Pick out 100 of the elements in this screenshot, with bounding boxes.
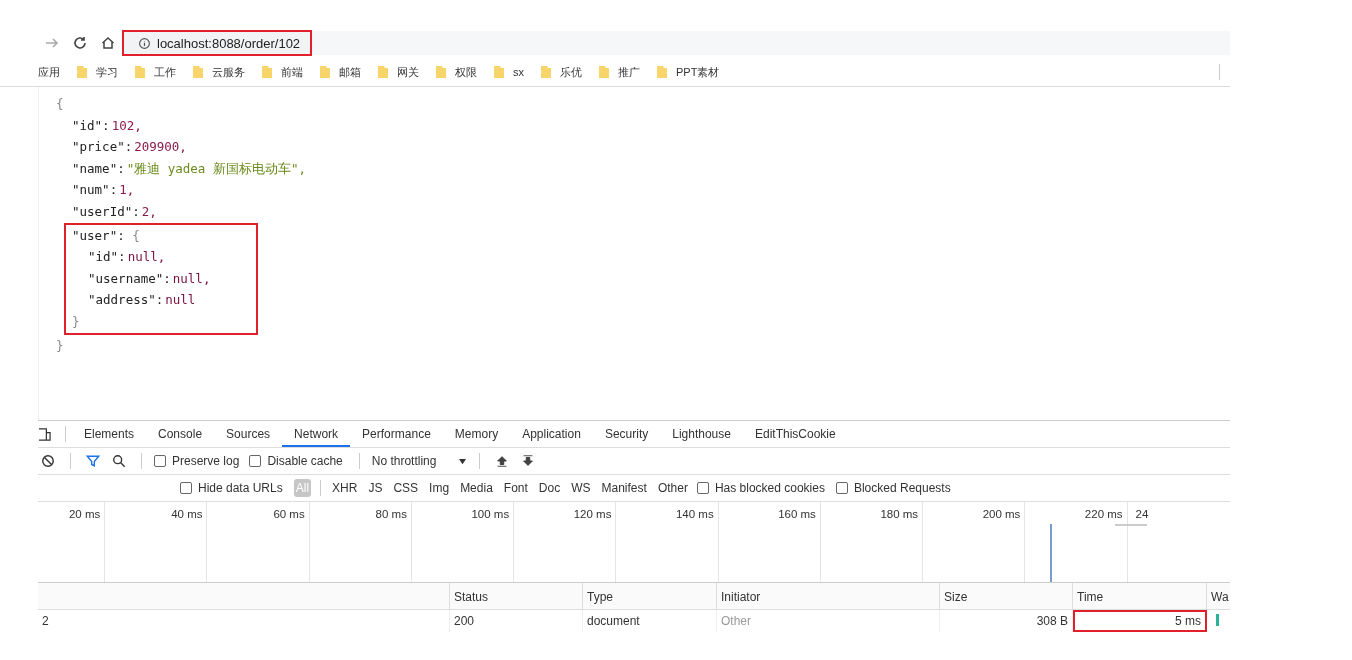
folder-icon bbox=[377, 65, 389, 79]
resource-type-filter[interactable]: WS bbox=[569, 479, 593, 497]
search-icon[interactable] bbox=[112, 454, 126, 468]
table-cell: 308 B bbox=[940, 610, 1073, 632]
timeline-tick-label: 100 ms bbox=[471, 508, 510, 520]
blocked-cookies-checkbox[interactable]: Has blocked cookies bbox=[696, 481, 825, 495]
block-icon[interactable] bbox=[41, 454, 55, 468]
column-header[interactable]: Type bbox=[587, 590, 613, 604]
resource-type-filter[interactable]: Font bbox=[501, 479, 530, 497]
bookmark-item[interactable]: 乐优 bbox=[540, 64, 582, 80]
download-icon[interactable] bbox=[521, 454, 536, 468]
json-key: "id": bbox=[88, 249, 126, 265]
disable-cache-checkbox[interactable]: Disable cache bbox=[249, 454, 343, 468]
devtools-tab[interactable]: Memory bbox=[442, 421, 511, 447]
folder-icon bbox=[598, 65, 610, 79]
json-value: 102, bbox=[111, 117, 142, 133]
folder-icon bbox=[656, 65, 668, 79]
timeline-tick-label: 200 ms bbox=[982, 508, 1021, 520]
devtools-tab[interactable]: Lighthouse bbox=[660, 421, 743, 447]
devtools-tab[interactable]: Network bbox=[282, 421, 351, 447]
json-brace: } bbox=[56, 337, 64, 353]
resource-type-filter[interactable]: Doc bbox=[536, 479, 563, 497]
table-cell: Other bbox=[717, 610, 940, 632]
json-key: "user": bbox=[72, 227, 125, 243]
timeline-tick-label: 160 ms bbox=[778, 508, 816, 520]
json-value: "雅迪 yadea 新国标电动车", bbox=[126, 160, 306, 176]
bookmark-item[interactable]: 应用 bbox=[38, 64, 60, 80]
home-icon[interactable] bbox=[100, 35, 116, 51]
bookmark-item[interactable]: 工作 bbox=[134, 64, 176, 80]
timeline-tick-label: 24 bbox=[1135, 508, 1149, 520]
json-key: "num": bbox=[72, 182, 118, 198]
bookmark-item[interactable]: 云服务 bbox=[192, 64, 245, 80]
bookmark-item[interactable]: 网关 bbox=[377, 64, 419, 80]
folder-icon bbox=[493, 65, 505, 79]
table-cell: 5 ms bbox=[1073, 610, 1207, 632]
json-brace: } bbox=[72, 313, 80, 329]
waterfall-bar bbox=[1216, 614, 1219, 626]
bookmark-item[interactable]: 学习 bbox=[76, 64, 118, 80]
devtools-tab[interactable]: EditThisCookie bbox=[742, 421, 848, 447]
json-value: 209900, bbox=[134, 139, 187, 155]
bookmark-item[interactable]: sx bbox=[493, 65, 524, 79]
hide-data-urls-checkbox[interactable]: Hide data URLs bbox=[180, 481, 283, 495]
column-header[interactable]: Wa bbox=[1211, 590, 1229, 604]
timeline-marker-line bbox=[1050, 524, 1052, 582]
resource-type-filter[interactable]: Manifest bbox=[599, 479, 649, 497]
json-key: "price": bbox=[72, 139, 133, 155]
timeline-tick-label: 20 ms bbox=[68, 508, 101, 520]
folder-icon bbox=[134, 65, 146, 79]
column-header[interactable]: Initiator bbox=[721, 590, 761, 604]
blocked-requests-checkbox[interactable]: Blocked Requests bbox=[835, 481, 951, 495]
address-bar[interactable]: localhost:8088/order/102 bbox=[122, 30, 313, 56]
folder-icon bbox=[319, 65, 331, 79]
json-value: null, bbox=[127, 249, 166, 265]
json-key: "userId": bbox=[72, 203, 140, 219]
preserve-log-checkbox[interactable]: Preserve log bbox=[154, 454, 240, 468]
json-key: "address": bbox=[88, 292, 164, 308]
timeline-tick-label: 120 ms bbox=[573, 508, 612, 520]
json-key: "name": bbox=[72, 160, 125, 176]
resource-type-filter[interactable]: XHR bbox=[330, 479, 360, 497]
bookmark-item[interactable]: 前端 bbox=[261, 64, 303, 80]
json-key: "id": bbox=[72, 117, 110, 133]
timeline-tick-label: 220 ms bbox=[1084, 508, 1123, 520]
devtools-tab[interactable]: Elements bbox=[72, 421, 147, 447]
json-value: null bbox=[165, 292, 196, 308]
throttling-dropdown[interactable]: No throttling bbox=[371, 454, 437, 468]
folder-icon bbox=[192, 65, 204, 79]
timeline-tick-label: 40 ms bbox=[171, 508, 203, 520]
devtools-tab[interactable]: Console bbox=[146, 421, 215, 447]
bookmark-item[interactable]: PPT素材 bbox=[656, 64, 720, 80]
timeline-tick-label: 60 ms bbox=[273, 508, 305, 520]
filter-icon[interactable] bbox=[86, 454, 100, 468]
folder-icon bbox=[261, 65, 273, 79]
bookmark-item[interactable]: 权限 bbox=[435, 64, 477, 80]
resource-type-filter[interactable]: JS bbox=[366, 479, 385, 497]
json-brace: { bbox=[56, 96, 64, 111]
column-header[interactable]: Time bbox=[1077, 590, 1104, 604]
json-value: null, bbox=[172, 270, 211, 286]
device-toolbar-icon[interactable] bbox=[38, 426, 51, 442]
bookmark-item[interactable]: 推广 bbox=[598, 64, 640, 80]
resource-type-filter[interactable]: Other bbox=[655, 479, 690, 497]
resource-type-filter[interactable]: CSS bbox=[391, 479, 421, 497]
resource-type-filter[interactable]: Img bbox=[427, 479, 452, 497]
timeline-bar bbox=[1115, 524, 1147, 526]
table-cell: document bbox=[583, 610, 717, 632]
table-cell: 200 bbox=[450, 610, 583, 632]
column-header[interactable]: Size bbox=[944, 590, 968, 604]
json-value: 2, bbox=[141, 203, 157, 219]
reload-icon[interactable] bbox=[72, 35, 88, 51]
dropdown-arrow-icon[interactable] bbox=[458, 457, 468, 465]
json-value: 1, bbox=[119, 182, 135, 198]
devtools-tab[interactable]: Performance bbox=[350, 421, 443, 447]
column-header[interactable]: Status bbox=[454, 590, 489, 604]
upload-icon[interactable] bbox=[495, 454, 510, 468]
devtools-tab[interactable]: Sources bbox=[214, 421, 283, 447]
timeline-tick-label: 140 ms bbox=[675, 508, 714, 520]
devtools-tab[interactable]: Security bbox=[592, 421, 661, 447]
devtools-tab[interactable]: Application bbox=[510, 421, 593, 447]
folder-icon bbox=[540, 65, 552, 79]
bookmark-item[interactable]: 邮箱 bbox=[319, 64, 361, 80]
resource-type-filter[interactable]: Media bbox=[458, 479, 495, 497]
